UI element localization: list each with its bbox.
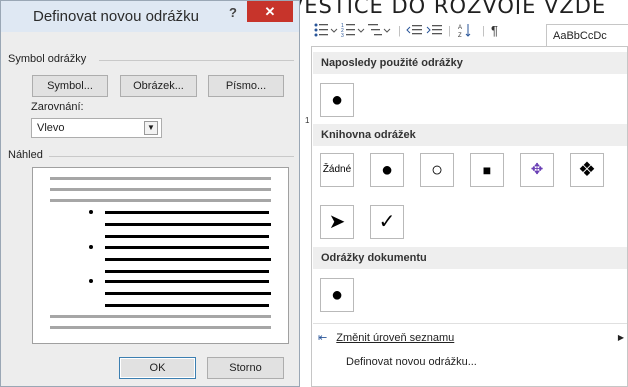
help-icon[interactable]: ? <box>229 5 237 20</box>
document-bullets-header: Odrážky dokumentu <box>313 247 627 269</box>
alignment-label: Zarovnání: <box>31 101 84 113</box>
define-new-bullet-item[interactable]: Definovat novou odrážku... <box>346 353 477 371</box>
dialog-title: Definovat novou odrážku <box>33 8 199 25</box>
increase-indent-icon[interactable] <box>426 22 442 40</box>
toolbar-divider: | <box>448 25 451 37</box>
font-button[interactable]: Písmo... <box>208 75 284 97</box>
preview-line <box>50 177 271 180</box>
style-preview[interactable]: AaBbCcDc <box>546 24 628 48</box>
bullet-list-icon[interactable] <box>314 22 338 40</box>
preview-line <box>105 258 271 261</box>
toolbar-divider: | <box>482 25 485 37</box>
preview-line <box>105 235 269 238</box>
sort-icon[interactable]: AZ <box>458 22 472 40</box>
svg-text:Z: Z <box>458 33 462 38</box>
bullet-square-tile[interactable]: ■ <box>470 153 504 187</box>
ok-button[interactable]: OK <box>119 357 196 379</box>
decrease-indent-icon[interactable] <box>406 22 422 40</box>
paragraph-ribbon: 123 | | AZ | ¶ AaBbCcDc <box>310 18 628 48</box>
preview-line <box>105 246 269 249</box>
symbol-group-label: Symbol odrážky <box>8 53 87 65</box>
preview-line <box>105 292 271 295</box>
numbered-list-icon[interactable]: 123 <box>341 22 365 40</box>
svg-text:A: A <box>458 25 462 31</box>
change-level-label: Změnit úroveň seznamu <box>336 332 455 344</box>
document-bullet-tile[interactable]: ● <box>320 278 354 312</box>
change-list-level-item[interactable]: ⇤ Změnit úroveň seznamu ▶ <box>318 329 624 347</box>
preview-line <box>50 326 271 329</box>
preview-line <box>50 315 271 318</box>
bullet-check-tile[interactable]: ✓ <box>370 205 404 239</box>
alignment-value: Vlevo <box>37 122 65 134</box>
menu-divider <box>313 323 627 324</box>
symbol-button[interactable]: Symbol... <box>32 75 108 97</box>
preview-line <box>105 304 269 307</box>
dialog-title-bar: Definovat novou odrážku ? ✕ <box>1 1 299 32</box>
preview-line <box>50 188 271 191</box>
recent-bullets-header: Naposledy použité odrážky <box>313 52 627 74</box>
preview-bullet <box>89 245 93 249</box>
bullet-star-tile[interactable]: ✥ <box>520 153 554 187</box>
background-caption: INVESTICE DO ROZVOJE VZDĚ <box>265 0 607 14</box>
submenu-arrow-icon: ▶ <box>617 333 624 342</box>
define-bullet-dialog: Definovat novou odrážku ? ✕ Symbol odráž… <box>0 0 300 387</box>
preview-line <box>105 223 271 226</box>
preview-bullet <box>89 210 93 214</box>
bullet-library-header: Knihovna odrážek <box>313 124 627 146</box>
group-divider <box>49 156 294 157</box>
bullet-arrow-tile[interactable]: ➤ <box>320 205 354 239</box>
alignment-select[interactable]: Vlevo ▼ <box>31 118 162 138</box>
close-icon[interactable]: ✕ <box>247 1 293 22</box>
bullet-disc-tile[interactable]: ● <box>370 153 404 187</box>
ruler-number: 1 <box>305 116 310 125</box>
preview-line <box>105 270 269 273</box>
group-divider <box>99 60 294 61</box>
bullet-preview <box>32 167 289 344</box>
preview-line <box>105 280 269 283</box>
preview-label: Náhled <box>8 149 43 161</box>
recent-bullet-tile[interactable]: ● <box>320 83 354 117</box>
cancel-button[interactable]: Storno <box>207 357 284 379</box>
multilevel-list-icon[interactable] <box>368 22 392 40</box>
pilcrow-icon[interactable]: ¶ <box>491 22 498 40</box>
preview-line <box>50 199 271 202</box>
svg-text:3: 3 <box>341 33 344 38</box>
bullet-diamond-tile[interactable]: ❖ <box>570 153 604 187</box>
picture-button[interactable]: Obrázek... <box>120 75 197 97</box>
change-level-icon: ⇤ <box>318 332 328 344</box>
chevron-down-icon[interactable]: ▼ <box>144 121 158 135</box>
preview-bullet <box>89 279 93 283</box>
bullet-none-tile[interactable]: Žádné <box>320 153 354 187</box>
bullet-gallery: Naposledy použité odrážky ● Knihovna odr… <box>311 46 628 387</box>
preview-line <box>105 211 269 214</box>
bullet-circle-tile[interactable]: ○ <box>420 153 454 187</box>
toolbar-divider: | <box>398 25 401 37</box>
